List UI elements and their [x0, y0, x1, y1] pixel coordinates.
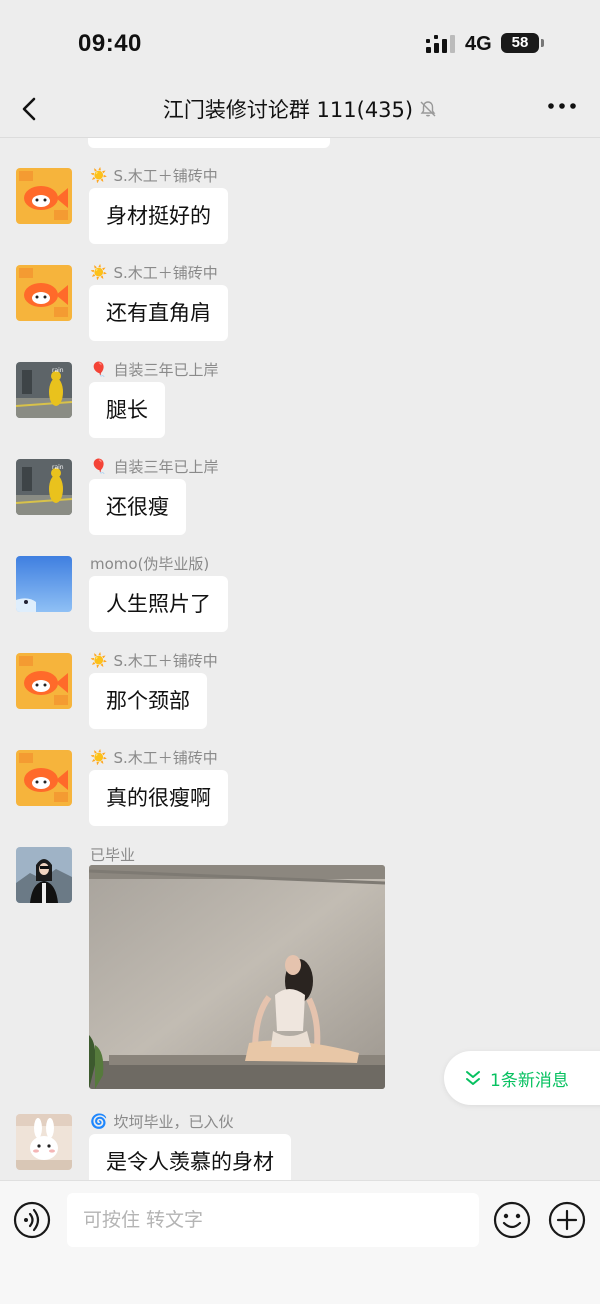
sender-name: ☀️ S.木工＋铺砖中 [90, 165, 218, 186]
message-bubble[interactable]: 身材挺好的 [89, 188, 228, 244]
status-bar: 09:40 4G 58 [0, 0, 600, 84]
sender-name: 🎈 自装三年已上岸 [90, 456, 218, 477]
message-bubble[interactable]: 那个颈部 [89, 673, 207, 729]
signal-strength-icon [426, 35, 455, 53]
message-bubble[interactable]: 还有直角肩 [89, 285, 228, 341]
fish-avatar[interactable] [16, 168, 72, 224]
sender-name: ☀️ S.木工＋铺砖中 [90, 747, 218, 768]
group-name: 江门装修讨论群 111(435) [162, 98, 414, 122]
add-icon[interactable] [548, 1201, 586, 1239]
sender-name: ☀️ S.木工＋铺砖中 [90, 262, 218, 283]
sender-label: 已毕业 [90, 846, 136, 864]
shared-photo[interactable] [89, 865, 385, 1089]
new-messages-button[interactable]: 1条新消息 [444, 1051, 600, 1105]
double-chevron-down-icon [466, 1071, 480, 1085]
sender-name: ☀️ S.木工＋铺砖中 [90, 650, 218, 671]
fish-avatar[interactable] [16, 653, 72, 709]
sun-badge-icon: ☀️ [90, 167, 108, 184]
message-bubble-partial[interactable] [88, 138, 330, 148]
message-bubble[interactable]: 人生照片了 [89, 576, 228, 632]
blue-sky-avatar[interactable] [16, 556, 72, 612]
spiral-badge-icon: 🌀 [90, 1113, 108, 1130]
svg-text:rain: rain [52, 464, 64, 471]
balloon-badge-icon: 🎈 [90, 361, 108, 378]
bunny-avatar[interactable] [16, 1114, 72, 1170]
nav-bar: 江门装修讨论群 111(435) [0, 84, 600, 138]
voice-icon[interactable] [13, 1201, 51, 1239]
sun-badge-icon: ☀️ [90, 749, 108, 766]
sender-name: 已毕业 [90, 844, 135, 865]
message-bubble[interactable]: 真的很瘦啊 [89, 770, 228, 826]
sender-label: S.木工＋铺砖中 [113, 652, 218, 670]
sun-badge-icon: ☀️ [90, 652, 108, 669]
sender-label: S.木工＋铺砖中 [113, 264, 218, 282]
message-bubble[interactable]: 还很瘦 [89, 479, 186, 535]
yellow-figure-avatar[interactable]: rain [16, 459, 72, 515]
more-options-icon[interactable] [546, 94, 578, 118]
sender-label: 坎坷毕业，已入伙 [113, 1113, 234, 1131]
woman-avatar[interactable] [16, 847, 72, 903]
sender-name: 🌀 坎坷毕业，已入伙 [90, 1111, 233, 1132]
sender-name: 🎈 自装三年已上岸 [90, 359, 218, 380]
message-input[interactable] [67, 1193, 479, 1247]
chat-history[interactable]: ☀️ S.木工＋铺砖中 身材挺好的 ☀️ S.木工＋铺砖中 还有直角肩 rain… [0, 138, 600, 1180]
chat-title: 江门装修讨论群 111(435) [0, 94, 600, 124]
yellow-figure-avatar[interactable]: rain [16, 362, 72, 418]
sender-label: 自装三年已上岸 [113, 458, 219, 476]
fish-avatar[interactable] [16, 750, 72, 806]
sender-label: S.木工＋铺砖中 [113, 749, 218, 767]
svg-text:rain: rain [52, 367, 64, 374]
fish-avatar[interactable] [16, 265, 72, 321]
sender-label: S.木工＋铺砖中 [113, 167, 218, 185]
battery-tip [541, 39, 544, 47]
new-messages-label: 1条新消息 [490, 1070, 569, 1091]
battery-indicator: 58 [501, 33, 539, 53]
sender-label: momo(伪毕业版) [90, 555, 210, 573]
network-type: 4G [465, 33, 492, 55]
emoji-icon[interactable] [493, 1201, 531, 1239]
input-bar [0, 1180, 600, 1304]
sun-badge-icon: ☀️ [90, 264, 108, 281]
balloon-badge-icon: 🎈 [90, 458, 108, 475]
sender-name: momo(伪毕业版) [90, 553, 209, 574]
mute-bell-icon [420, 101, 436, 117]
message-bubble[interactable]: 是令人羡慕的身材 [89, 1134, 291, 1180]
status-time: 09:40 [78, 30, 142, 57]
sender-label: 自装三年已上岸 [113, 361, 219, 379]
message-bubble[interactable]: 腿长 [89, 382, 165, 438]
